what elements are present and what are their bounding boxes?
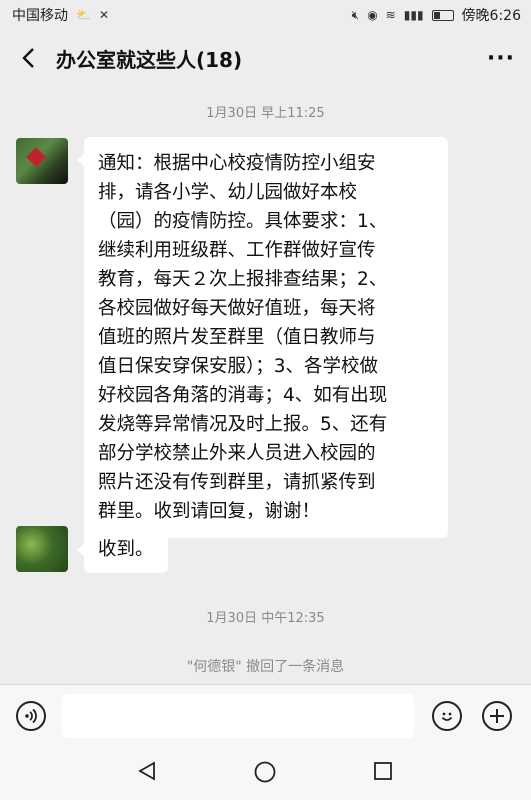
more-button[interactable]: ··· xyxy=(487,46,515,71)
voice-icon xyxy=(25,708,37,724)
chat-title: 办公室就这些人(18) xyxy=(56,47,243,72)
chevron-left-icon xyxy=(22,48,34,68)
signal-icon: ▮▮▮ xyxy=(403,8,424,22)
eye-icon: ◉ xyxy=(367,8,378,22)
avatar[interactable] xyxy=(16,526,68,572)
notice-line: 值日保安穿保安服）；3、各学校做 xyxy=(98,356,379,377)
plus-icon xyxy=(490,709,504,723)
reply-text: 收到。 xyxy=(98,539,154,560)
square-recent-icon xyxy=(374,762,392,780)
input-bar xyxy=(0,684,531,746)
emoji-button[interactable] xyxy=(432,701,462,731)
chat-header: 办公室就这些人(18) ··· xyxy=(0,30,531,86)
message-input[interactable] xyxy=(62,694,414,738)
notice-line: 部分学校禁止外来人员进入校园的 xyxy=(98,443,376,464)
notice-line: 各校园做好每天做好值班，每天将 xyxy=(98,298,376,319)
more-dots-icon: ··· xyxy=(486,45,515,71)
plus-button[interactable] xyxy=(482,701,512,731)
clock-label: 傍晚6:26 xyxy=(461,8,521,24)
voice-button[interactable] xyxy=(16,701,46,731)
notice-line: 群里。收到请回复，谢谢！ xyxy=(98,501,321,522)
message-timestamp: 1月30日 早上11:25 xyxy=(206,106,325,121)
emoji-icon xyxy=(441,712,453,721)
back-button[interactable] xyxy=(16,46,40,70)
notice-line: 排，请各小学、幼儿园做好本校 xyxy=(98,182,358,203)
nav-home-button[interactable] xyxy=(253,760,277,788)
carrier-label: 中国移动 xyxy=(12,8,68,24)
app-notification-icon: ✕ xyxy=(98,8,110,22)
message-bubble-notice[interactable]: 通知：根据中心校疫情防控小组安 排，请各小学、幼儿园做好本校 （园）的疫情防控。具体… xyxy=(77,137,448,538)
avatar[interactable] xyxy=(16,138,68,184)
mute-icon: 🔇︎ xyxy=(351,7,360,22)
notice-line: （园）的疫情防控。具体要求：1、 xyxy=(98,211,388,232)
circle-home-icon xyxy=(254,761,276,783)
heart-icon xyxy=(26,147,46,167)
wifi-icon: ≋ xyxy=(385,8,396,22)
battery-icon xyxy=(431,9,454,21)
recall-notice: "何德银" 撤回了一条消息 xyxy=(186,659,345,675)
notice-line: 继续利用班级群、工作群做好宣传 xyxy=(98,240,376,261)
message-bubble-reply[interactable]: 收到。 xyxy=(77,527,168,573)
notice-text: 通知：根据中心校疫情防控小组安 排，请各小学、幼儿园做好本校 （园）的疫情防控。具体… xyxy=(98,149,434,526)
message-timestamp: 1月30日 中午12:35 xyxy=(206,611,325,626)
system-nav-bar xyxy=(0,746,531,800)
notice-line: 照片还没有传到群里，请抓紧传到 xyxy=(98,472,376,493)
notification-icon: ⛅ xyxy=(76,8,91,22)
nav-recent-button[interactable] xyxy=(372,760,394,786)
notice-line: 好校园各角落的消毒；4、如有出现 xyxy=(98,385,388,406)
triangle-back-icon xyxy=(138,761,155,781)
notice-line: 发烧等异常情况及时上报。5、还有 xyxy=(98,414,388,435)
nav-back-button[interactable] xyxy=(136,760,158,786)
notice-line: 教育，每天２次上报排查结果；2、 xyxy=(98,269,388,290)
status-bar-right: 🔇︎ ◉ ≋ ▮▮▮ 傍晚6:26 xyxy=(352,5,521,25)
notice-line: 值班的照片发至群里（值日教师与 xyxy=(98,327,376,348)
status-bar-left: 中国移动 ⛅ ✕ xyxy=(12,5,109,25)
status-bar: 中国移动 ⛅ ✕ 🔇︎ ◉ ≋ ▮▮▮ 傍晚6:26 xyxy=(0,0,531,30)
notice-line: 通知：根据中心校疫情防控小组安 xyxy=(98,153,376,174)
